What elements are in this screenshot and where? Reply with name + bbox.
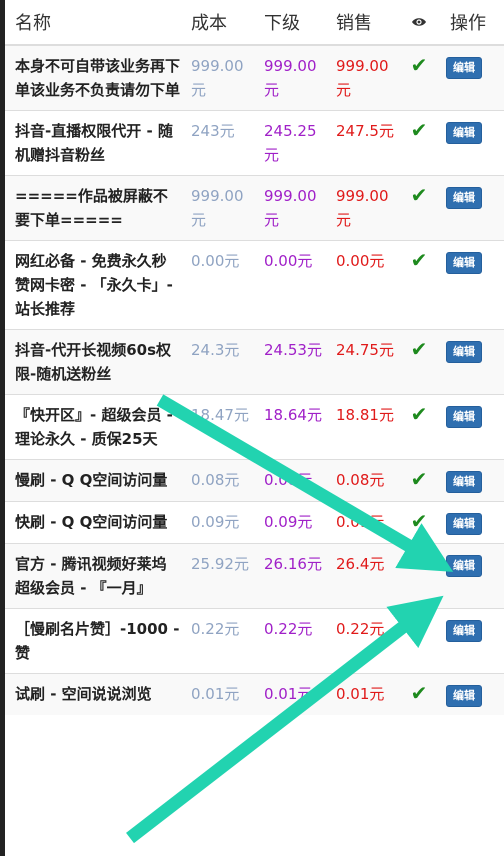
item-cost: 25.92元 (181, 543, 254, 609)
table-row: 官方 - 腾讯视频好莱坞超级会员 - 『一月』 25.92元 26.16元 26.4元… (5, 543, 504, 609)
check-icon: ✔ (398, 329, 440, 395)
item-name: 慢刷 - Q Q空间访问量 (5, 459, 181, 502)
table-row: 快刷 - Q Q空间访问量 0.09元 0.09元 0.09元 ✔ 编辑 (5, 501, 504, 544)
table-row: 抖音-代开长视频60s权限-随机送粉丝 24.3元 24.53元 24.75元 ✔ 编辑 (5, 329, 504, 395)
table-row: ［慢刷名片赞］-1000 - 赞 0.22元 0.22元 0.22元 ✔ 编辑 (5, 608, 504, 674)
item-cost: 0.22元 (181, 608, 254, 674)
op-cell: 编辑 (440, 240, 504, 330)
edit-button[interactable]: 编辑 (446, 187, 482, 209)
check-icon: ✔ (398, 459, 440, 502)
header-cost: 成本 (181, 0, 254, 46)
check-icon: ✔ (398, 175, 440, 241)
item-name: ［慢刷名片赞］-1000 - 赞 (5, 608, 181, 674)
item-name: 网红必备 - 免费永久秒赞网卡密 - 「永久卡」- 站长推荐 (5, 240, 181, 330)
item-cost: 0.08元 (181, 459, 254, 502)
op-cell: 编辑 (440, 110, 504, 176)
item-sale-price: 0.09元 (326, 501, 398, 544)
check-icon: ✔ (398, 110, 440, 176)
edit-button[interactable]: 编辑 (446, 620, 482, 642)
op-cell: 编辑 (440, 394, 504, 460)
item-sub-price: 999.00元 (254, 44, 326, 111)
table-header-row: 名称 成本 下级 销售 操作 (5, 0, 504, 46)
item-sale-price: 0.00元 (326, 240, 398, 330)
edit-button[interactable]: 编辑 (446, 252, 482, 274)
header-sale: 销售 (326, 0, 398, 46)
item-cost: 0.09元 (181, 501, 254, 544)
header-sub: 下级 (254, 0, 326, 46)
table-row: 慢刷 - Q Q空间访问量 0.08元 0.08元 0.08元 ✔ 编辑 (5, 459, 504, 502)
item-sub-price: 18.64元 (254, 394, 326, 460)
edit-button[interactable]: 编辑 (446, 513, 482, 535)
header-name: 名称 (5, 0, 181, 46)
item-sub-price: 0.22元 (254, 608, 326, 674)
op-cell: 编辑 (440, 543, 504, 609)
edit-button[interactable]: 编辑 (446, 555, 482, 577)
item-name: 本身不可自带该业务再下单该业务不负责请勿下单 (5, 44, 181, 111)
check-icon: ✔ (398, 240, 440, 330)
item-cost: 0.00元 (181, 240, 254, 330)
item-sale-price: 0.08元 (326, 459, 398, 502)
item-cost: 0.01元 (181, 673, 254, 715)
item-name: 快刷 - Q Q空间访问量 (5, 501, 181, 544)
item-sale-price: 999.00元 (326, 175, 398, 241)
item-sale-price: 18.81元 (326, 394, 398, 460)
item-name: 官方 - 腾讯视频好莱坞超级会员 - 『一月』 (5, 543, 181, 609)
table-row: =====作品被屏蔽不要下单===== 999.00元 999.00元 999.00元… (5, 175, 504, 241)
edit-button[interactable]: 编辑 (446, 122, 482, 144)
item-sale-price: 247.5元 (326, 110, 398, 176)
item-sub-price: 999.00元 (254, 175, 326, 241)
edit-button[interactable]: 编辑 (446, 57, 482, 79)
op-cell: 编辑 (440, 175, 504, 241)
table-row: 抖音-直播权限代开 - 随机赠抖音粉丝 243元 245.25元 247.5元 ✔ 编辑 (5, 110, 504, 176)
item-sale-price: 999.00元 (326, 44, 398, 111)
item-sub-price: 0.08元 (254, 459, 326, 502)
check-icon: ✔ (398, 673, 440, 715)
item-sale-price: 0.01元 (326, 673, 398, 715)
item-name: 抖音-代开长视频60s权限-随机送粉丝 (5, 329, 181, 395)
check-icon: ✔ (398, 394, 440, 460)
table-row: 网红必备 - 免费永久秒赞网卡密 - 「永久卡」- 站长推荐 0.00元 0.00元… (5, 240, 504, 330)
item-cost: 18.47元 (181, 394, 254, 460)
header-op: 操作 (440, 0, 504, 46)
check-icon: ✔ (398, 501, 440, 544)
product-table-screen: 名称 成本 下级 销售 操作 本身不可自带该业务再下单该业务不负责请勿下单 999… (0, 0, 504, 856)
table-row: 试刷 - 空间说说浏览 0.01元 0.01元 0.01元 ✔ 编辑 (5, 673, 504, 715)
op-cell: 编辑 (440, 501, 504, 544)
edit-button[interactable]: 编辑 (446, 406, 482, 428)
item-sale-price: 24.75元 (326, 329, 398, 395)
item-sub-price: 26.16元 (254, 543, 326, 609)
edit-button[interactable]: 编辑 (446, 471, 482, 493)
edit-button[interactable]: 编辑 (446, 341, 482, 363)
item-sub-price: 0.09元 (254, 501, 326, 544)
item-name: 抖音-直播权限代开 - 随机赠抖音粉丝 (5, 110, 181, 176)
item-sub-price: 245.25元 (254, 110, 326, 176)
item-sale-price: 0.22元 (326, 608, 398, 674)
item-sub-price: 24.53元 (254, 329, 326, 395)
eye-icon (412, 17, 426, 26)
item-sale-price: 26.4元 (326, 543, 398, 609)
item-sub-price: 0.01元 (254, 673, 326, 715)
item-cost: 24.3元 (181, 329, 254, 395)
item-name: 试刷 - 空间说说浏览 (5, 673, 181, 715)
check-icon: ✔ (398, 543, 440, 609)
op-cell: 编辑 (440, 608, 504, 674)
item-cost: 999.00元 (181, 175, 254, 241)
item-name: =====作品被屏蔽不要下单===== (5, 175, 181, 241)
op-cell: 编辑 (440, 44, 504, 111)
table-row: 『快开区』- 超级会员 - 理论永久 - 质保25天 18.47元 18.64元 18… (5, 394, 504, 460)
item-name: 『快开区』- 超级会员 - 理论永久 - 质保25天 (5, 394, 181, 460)
header-visibility (398, 0, 440, 46)
op-cell: 编辑 (440, 459, 504, 502)
op-cell: 编辑 (440, 673, 504, 715)
edit-button[interactable]: 编辑 (446, 685, 482, 707)
product-table: 名称 成本 下级 销售 操作 本身不可自带该业务再下单该业务不负责请勿下单 999… (5, 0, 504, 715)
item-cost: 243元 (181, 110, 254, 176)
op-cell: 编辑 (440, 329, 504, 395)
item-sub-price: 0.00元 (254, 240, 326, 330)
check-icon: ✔ (398, 44, 440, 111)
table-row: 本身不可自带该业务再下单该业务不负责请勿下单 999.00元 999.00元 999.… (5, 44, 504, 111)
check-icon: ✔ (398, 608, 440, 674)
item-cost: 999.00元 (181, 44, 254, 111)
